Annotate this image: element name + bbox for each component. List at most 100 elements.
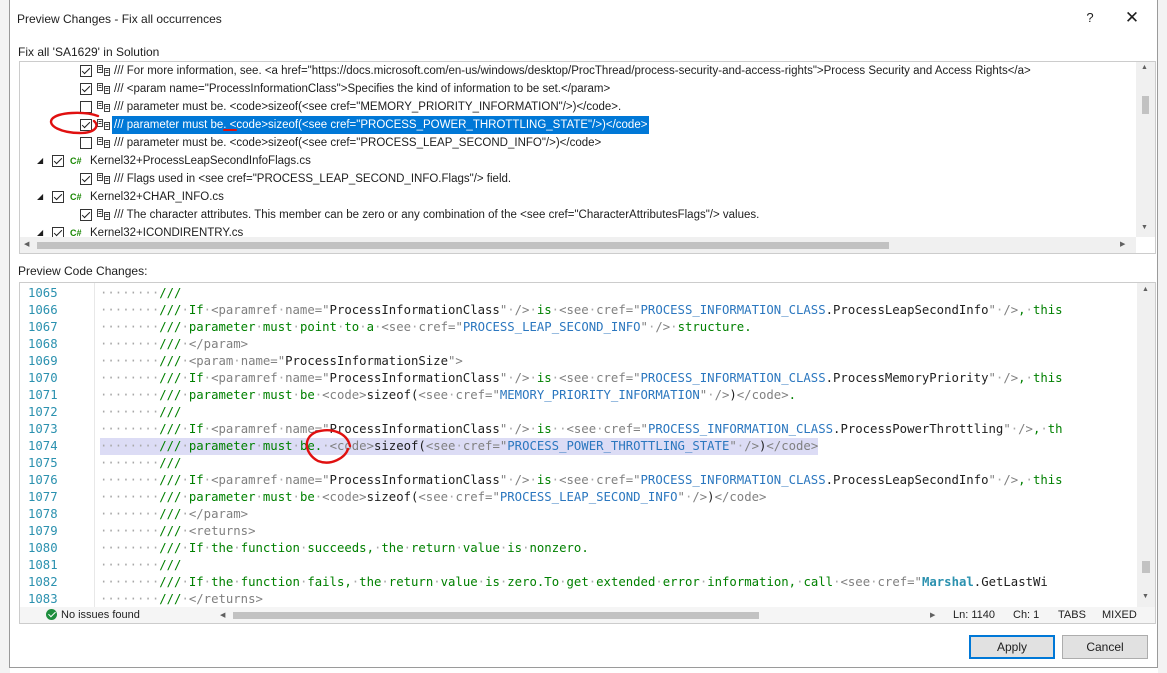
code-token: · <box>292 490 300 504</box>
include-checkbox[interactable] <box>80 65 92 77</box>
include-checkbox[interactable] <box>80 137 92 149</box>
code-line[interactable]: 1083 ········///·</returns> <box>20 591 1137 607</box>
help-button[interactable]: ? <box>1083 10 1097 25</box>
code-token: succeeds, <box>307 541 374 555</box>
tree-change-row[interactable]: /// parameter must be. <code>sizeof(<see… <box>20 98 1135 116</box>
code-line[interactable]: 1069 ········///·<param·name="ProcessInfo… <box>20 353 1137 370</box>
change-document-icon <box>97 119 110 130</box>
code-token: /// <box>159 371 182 385</box>
tree-file-row[interactable]: ◢ C# Kernel32+CHAR_INFO.cs <box>20 188 1135 206</box>
code-preview-editor[interactable]: 1065 ········///1066 ········///·If·<param… <box>19 282 1156 624</box>
code-token: be <box>299 490 315 504</box>
scroll-down-arrow-icon[interactable]: ▼ <box>1142 593 1149 600</box>
code-token: /// <box>159 490 182 504</box>
code-text: ········///·parameter·must·point·to·a·<s… <box>100 319 752 336</box>
code-token: · <box>292 439 300 453</box>
scroll-up-arrow-icon[interactable]: ▲ <box>1141 64 1148 71</box>
scroll-up-arrow-icon[interactable]: ▲ <box>1142 286 1149 293</box>
line-number: 1067 <box>28 320 58 334</box>
tabs-indicator[interactable]: TABS <box>1058 607 1086 623</box>
scroll-left-arrow-icon[interactable]: ◀ <box>220 607 225 623</box>
line-number: 1074 <box>28 439 58 453</box>
code-text: ········///·parameter·must·be.·<code>siz… <box>100 438 819 455</box>
code-token: · <box>359 320 367 334</box>
column-indicator[interactable]: Ch: 1 <box>1013 607 1039 623</box>
code-token: · <box>255 439 263 453</box>
code-line[interactable]: 1082 ········///·If·the·function·fails,·t… <box>20 574 1137 591</box>
code-token: · <box>588 303 597 317</box>
tree-change-row[interactable]: /// Flags used in <see cref="PROCESS_LEA… <box>20 170 1135 188</box>
code-token: <paramref <box>211 303 278 317</box>
code-line[interactable]: 1073 ········///·If·<paramref·name="Proce… <box>20 421 1137 438</box>
code-text: ········/// <box>100 455 181 472</box>
tree-vertical-scrollbar[interactable]: ▲ ▼ <box>1136 62 1155 237</box>
tree-change-row[interactable]: /// <param name="ProcessInformationClass… <box>20 80 1135 98</box>
code-token: value <box>462 541 500 555</box>
tree-horizontal-scrollbar[interactable]: ◀ ▶ <box>20 237 1136 253</box>
code-line[interactable]: 1065 ········/// <box>20 285 1137 302</box>
code-lines[interactable]: 1065 ········///1066 ········///·If·<param… <box>20 283 1137 607</box>
code-line[interactable]: 1074 ········///·parameter·must·be.·<code… <box>20 438 1137 455</box>
code-line[interactable]: 1077 ········///·parameter·must·be·<code>… <box>20 489 1137 506</box>
tree-change-row[interactable]: /// The character attributes. This membe… <box>20 206 1135 224</box>
code-token: · <box>1025 473 1033 487</box>
include-checkbox[interactable] <box>52 191 64 203</box>
scroll-down-arrow-icon[interactable]: ▼ <box>1141 224 1148 231</box>
code-line[interactable]: 1080 ········///·If·the·function·succeeds… <box>20 540 1137 557</box>
tree-change-row[interactable]: /// parameter must be. <code>sizeof(<see… <box>20 116 1135 134</box>
include-checkbox[interactable] <box>80 83 92 95</box>
code-token: point <box>299 320 337 334</box>
code-token: parameter <box>188 439 256 453</box>
code-line[interactable]: 1075 ········/// <box>20 455 1137 472</box>
code-line[interactable]: 1081 ········/// <box>20 557 1137 574</box>
code-horizontal-scroll-thumb[interactable] <box>233 612 759 619</box>
expander-icon[interactable]: ◢ <box>37 152 47 170</box>
scroll-thumb[interactable] <box>37 242 889 249</box>
cancel-button[interactable]: Cancel <box>1062 635 1148 659</box>
close-button[interactable]: ✕ <box>1123 8 1141 28</box>
apply-button[interactable]: Apply <box>969 635 1055 659</box>
line-number: 1071 <box>28 388 58 402</box>
code-line[interactable]: 1071 ········///·parameter·must·be·<code>… <box>20 387 1137 404</box>
include-checkbox[interactable] <box>80 209 92 221</box>
code-token: <see <box>559 371 589 385</box>
code-line[interactable]: 1079 ········///·<returns> <box>20 523 1137 540</box>
code-token: ) <box>707 490 715 504</box>
code-token: · <box>203 371 212 385</box>
scroll-right-arrow-icon[interactable]: ▶ <box>930 607 935 623</box>
code-line[interactable]: 1076 ········///·If·<paramref·name="Proce… <box>20 472 1137 489</box>
code-token: </param> <box>188 337 249 351</box>
code-line[interactable]: 1070 ········///·If·<paramref·name="Proce… <box>20 370 1137 387</box>
tree-change-row[interactable]: /// parameter must be. <code>sizeof(<see… <box>20 134 1135 152</box>
scroll-thumb[interactable] <box>1142 561 1150 573</box>
include-checkbox[interactable] <box>52 155 64 167</box>
tree-change-row[interactable]: /// For more information, see. <a href="… <box>20 62 1135 80</box>
issues-status[interactable]: No issues found <box>61 607 140 623</box>
code-line[interactable]: 1072 ········/// <box>20 404 1137 421</box>
code-token: ProcessInformationSize <box>285 354 448 368</box>
code-token: · <box>181 507 189 521</box>
code-line[interactable]: 1068 ········///·</param> <box>20 336 1137 353</box>
code-token: If <box>188 303 204 317</box>
code-token: · <box>181 303 189 317</box>
code-vertical-scrollbar[interactable]: ▲ ▼ <box>1137 283 1155 607</box>
tree-file-row[interactable]: ◢ C# Kernel32+ProcessLeapSecondInfoFlags.c… <box>20 152 1135 170</box>
code-token: · <box>670 320 678 334</box>
include-checkbox[interactable] <box>80 101 92 113</box>
code-line[interactable]: 1067 ········///·parameter·must·point·to·… <box>20 319 1137 336</box>
code-token: ) <box>729 388 737 402</box>
scroll-right-arrow-icon[interactable]: ▶ <box>1120 240 1125 248</box>
line-ending-indicator[interactable]: MIXED <box>1102 607 1137 623</box>
code-token: name=" <box>285 303 330 317</box>
code-token: · <box>181 354 189 368</box>
include-checkbox[interactable] <box>80 119 92 131</box>
include-checkbox[interactable] <box>80 173 92 185</box>
code-token: PROCESS_INFORMATION_CLASS <box>640 473 826 487</box>
code-line[interactable]: 1066 ········///·If·<paramref·name="Proce… <box>20 302 1137 319</box>
code-line[interactable]: 1078 ········///·</param> <box>20 506 1137 523</box>
scroll-left-arrow-icon[interactable]: ◀ <box>24 240 29 248</box>
expander-icon[interactable]: ◢ <box>37 188 47 206</box>
scroll-thumb[interactable] <box>1142 96 1149 114</box>
code-token: ········ <box>100 541 160 555</box>
line-indicator[interactable]: Ln: 1140 <box>953 607 995 623</box>
